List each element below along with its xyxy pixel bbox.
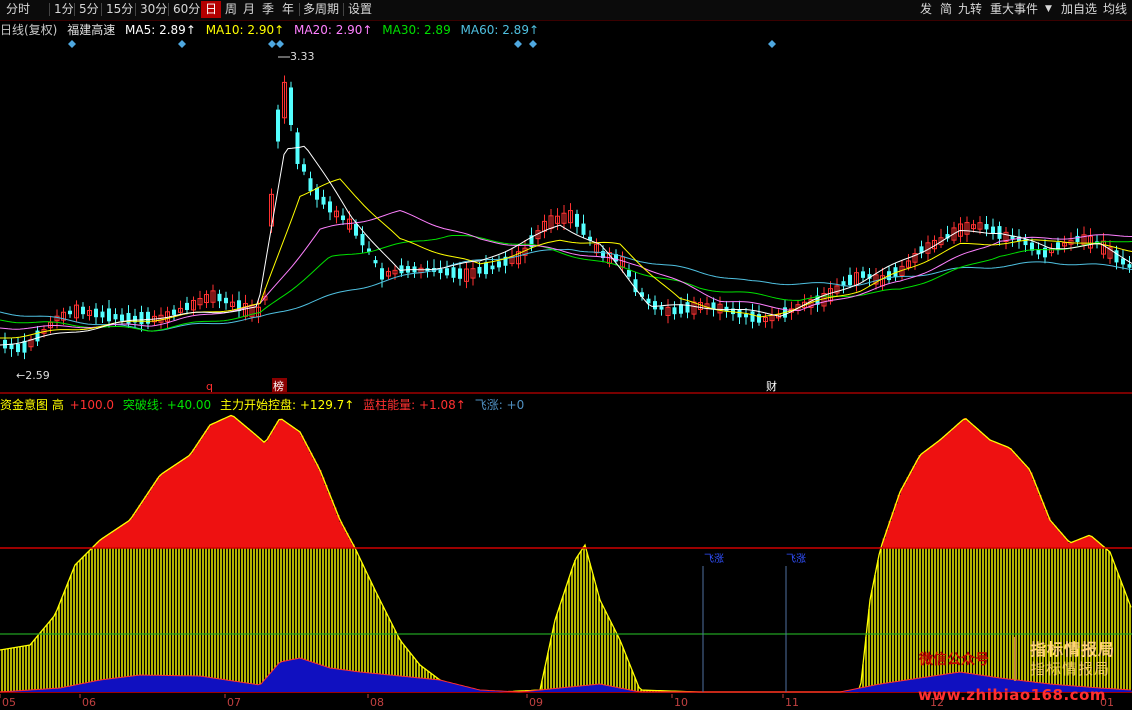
bang-marker[interactable]: 榜 (273, 379, 284, 393)
x-axis-label: 11 (785, 696, 799, 709)
candle-down (308, 178, 313, 192)
ma-legend: 日线(复权) 福建高速 MA5: 2.89↑ MA10: 2.90↑ MA20:… (0, 21, 545, 37)
candle-down (81, 306, 85, 315)
candle-down (185, 302, 189, 311)
candle-down (126, 312, 131, 324)
stock-name: 福建高速 (67, 23, 116, 37)
chart-canvas[interactable]: 05 06 07 08 09 10 11 12 01 3.33 ←2.59 q 榜 财 飞涨 飞… (0, 0, 1132, 710)
diamond-icon (178, 40, 186, 48)
candle-down (289, 87, 293, 126)
x-axis-label: 10 (674, 696, 688, 709)
high-price-label: 3.33 (290, 50, 315, 63)
candle-down (139, 312, 144, 325)
candle-down (627, 269, 631, 277)
candle-down (581, 223, 586, 235)
candle-down (113, 314, 118, 320)
x-axis-label: 08 (370, 696, 384, 709)
diamond-icon (68, 40, 76, 48)
indicator-high-value: +100.0 (69, 398, 115, 412)
indicator-name: 资金意图 高 (0, 398, 64, 412)
candle-down (984, 223, 989, 230)
candle-down (679, 304, 683, 314)
candle-down (1075, 235, 1080, 242)
candle-down (373, 260, 378, 264)
price-panel (0, 75, 1132, 360)
candle-down (750, 311, 755, 322)
candle-down (276, 109, 280, 142)
candle-down (653, 301, 657, 310)
candle-down (107, 308, 111, 322)
x-axis-label: 07 (227, 696, 241, 709)
candle-down (315, 187, 319, 200)
candle-down (451, 267, 456, 278)
candle-down (848, 274, 852, 286)
blue-energy-value: 蓝柱能量: +1.08↑ (363, 398, 466, 412)
ma60-value: MA60: 2.89↑ (460, 23, 540, 37)
candle-down (477, 266, 482, 274)
ma5-value: MA5: 2.89↑ (125, 23, 196, 37)
x-axis-label: 09 (529, 696, 543, 709)
candle-down (224, 297, 228, 304)
diamond-icon (768, 40, 776, 48)
candle-down (757, 314, 761, 323)
candle-down (484, 262, 488, 275)
diamond-icon (276, 40, 284, 48)
website-url: www.zhibiao168.com (918, 686, 1107, 704)
indicator-legend: 资金意图 高 +100.0 突破线: +40.00 主力开始控盘: +129.7… (0, 396, 529, 412)
candle-down (737, 309, 742, 318)
candle-down (35, 330, 40, 342)
candle-down (458, 268, 462, 279)
q-marker[interactable]: q (206, 380, 213, 393)
diamond-icon (268, 40, 276, 48)
candle-down (861, 271, 865, 278)
candle-down (1127, 264, 1132, 268)
x-axis-label: 06 (82, 696, 96, 709)
cai-marker[interactable]: 财 (766, 379, 777, 393)
diamond-icon (514, 40, 522, 48)
candle-down (328, 201, 332, 213)
candle-down (146, 311, 150, 324)
x-axis-label: 05 (2, 696, 16, 709)
candle-down (94, 308, 98, 318)
candle-down (217, 293, 222, 302)
candle-down (490, 265, 495, 270)
chart-period-label: 日线(复权) (0, 23, 58, 37)
candle-down (997, 226, 1002, 239)
candle-down (1114, 250, 1119, 263)
ma20-value: MA20: 2.90↑ (294, 23, 373, 37)
ma10-value: MA10: 2.90↑ (205, 23, 285, 37)
candle-down (16, 343, 20, 353)
candle-down (744, 314, 748, 318)
candle-down (991, 226, 995, 234)
candle-down (321, 196, 326, 205)
feizhang-label: 飞涨 (786, 553, 806, 565)
brand-name-shadow: 指标情报局 (1030, 660, 1111, 678)
candle-down (302, 164, 306, 172)
candle-down (659, 306, 664, 310)
breakthrough-line-value: 突破线: +40.00 (122, 398, 212, 412)
candle-down (399, 265, 404, 274)
ma30-value: MA30: 2.89 (382, 23, 451, 37)
control-value: 主力开始控盘: +129.7↑ (220, 398, 355, 412)
candle-down (68, 310, 72, 315)
signal-diamonds (68, 40, 776, 48)
diamond-icon (529, 40, 537, 48)
candle-down (672, 307, 677, 315)
candle-down (497, 261, 501, 268)
candle-down (360, 233, 365, 246)
candle-down (685, 302, 690, 313)
candle-down (445, 268, 449, 276)
feizhang-label: 飞涨 (704, 553, 724, 565)
candle-down (100, 311, 105, 318)
candle-down (380, 268, 384, 280)
candle-down (575, 213, 579, 227)
candle-down (341, 215, 345, 221)
candle-down (172, 309, 176, 315)
candle-down (120, 314, 124, 321)
feizhang-value: 飞涨: +0 (474, 398, 525, 412)
brand-name: 指标情报局 (1030, 640, 1116, 659)
candle-down (354, 223, 358, 236)
wechat-label: 微信公众号 (919, 652, 989, 668)
low-price-label: ←2.59 (16, 369, 50, 382)
